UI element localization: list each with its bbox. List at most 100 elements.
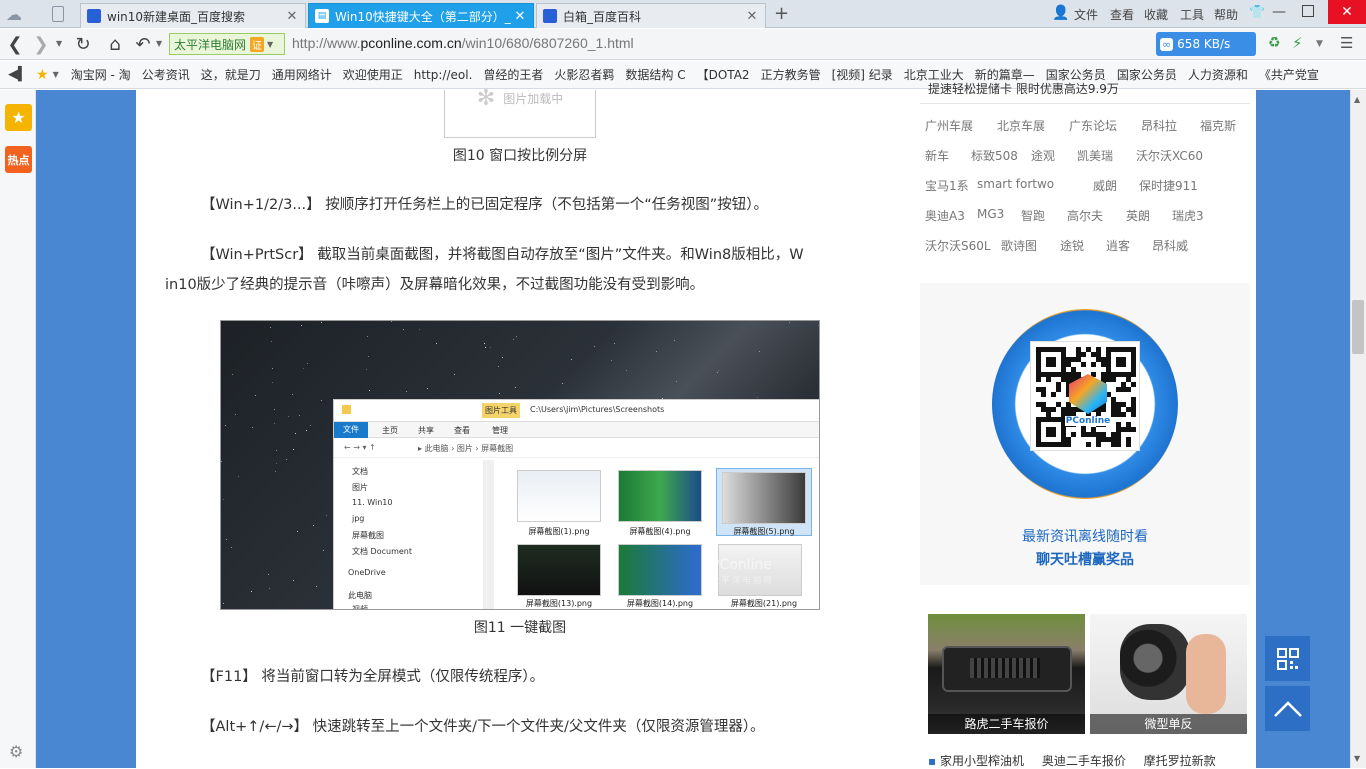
tag-link[interactable]: 瑞虎3 [1172, 207, 1204, 224]
bookmark-item[interactable]: 这，就是刀 [201, 66, 261, 83]
bookmark-item[interactable]: 淘宝网 - 淘 [71, 66, 131, 83]
tag-link[interactable]: 标致508 [971, 147, 1018, 164]
new-tab-button[interactable]: + [774, 3, 789, 24]
vertical-scrollbar[interactable]: ▲ ▼ [1350, 90, 1366, 768]
refresh-button[interactable]: ↻ [72, 33, 94, 55]
close-icon[interactable]: ✕ [745, 9, 759, 24]
tab-win10-shortcuts[interactable]: ▤ Win10快捷键大全（第二部分）_ ✕ [308, 3, 534, 28]
close-window-button[interactable]: ✕ [1328, 0, 1366, 24]
related-link[interactable]: 摩托罗拉新款 [1144, 754, 1216, 768]
menu-favorites[interactable]: 收藏 [1144, 6, 1168, 23]
menu-view[interactable]: 查看 [1110, 6, 1134, 23]
site-badge[interactable]: 太平洋电脑网 证 ▼ [169, 33, 285, 55]
related-links: ▪ 家用小型榨油机 奥迪二手车报价 摩托罗拉新款 [928, 754, 1216, 768]
minimize-button[interactable]: — [1272, 4, 1286, 20]
tag-link[interactable]: 宝马1系 [925, 177, 969, 194]
qr-promo-panel: PConline 最新资讯离线随时看 聊天吐槽赢奖品 [920, 283, 1250, 585]
tag-link[interactable]: 福克斯 [1200, 117, 1236, 134]
forward-button[interactable]: ❯ [30, 33, 52, 55]
tag-link[interactable]: 北京车展 [997, 117, 1045, 134]
scroll-down-icon[interactable]: ▼ [1354, 754, 1360, 763]
phone-icon[interactable] [52, 6, 64, 22]
sidebar-toggle-icon[interactable]: ◀▍ [8, 67, 28, 82]
tag-link[interactable]: 途锐 [1060, 237, 1084, 254]
security-icon[interactable]: ♻ [1268, 35, 1281, 51]
favorites-star-icon[interactable]: ★ [5, 104, 32, 131]
bookmark-item[interactable]: 火影忍者羁 [554, 66, 614, 83]
undo-close-button[interactable]: ↶ [132, 33, 154, 55]
tag-link[interactable]: 凯美瑞 [1077, 147, 1113, 164]
undo-dropdown-icon[interactable]: ▼ [156, 39, 162, 48]
menu-icon[interactable]: ☰ [1340, 34, 1353, 52]
tag-link[interactable]: 昂科威 [1152, 237, 1188, 254]
tag-link[interactable]: 英朗 [1126, 207, 1150, 224]
bookmark-item[interactable]: 数据结构 C [625, 66, 685, 83]
speedup-icon[interactable]: ⚡ [1292, 34, 1303, 52]
tag-link[interactable]: 智跑 [1021, 207, 1045, 224]
tag-link[interactable]: smart fortwo [977, 177, 1054, 191]
user-icon[interactable]: 👤 [1052, 5, 1069, 21]
hot-news-button[interactable]: 热点 [5, 146, 32, 173]
article-paragraph: 【Win+PrtScr】 截取当前桌面截图，并将截图自动存放至“图片”文件夹。和… [201, 247, 804, 263]
bookmark-item[interactable]: 【DOTA2 [697, 66, 750, 83]
bookmark-item[interactable]: 曾经的王者 [483, 66, 543, 83]
tag-link[interactable]: 昂科拉 [1141, 117, 1177, 134]
bookmark-item[interactable]: 公考资讯 [142, 66, 190, 83]
tag-link[interactable]: 威朗 [1093, 177, 1117, 194]
qr-code[interactable]: PConline [1030, 341, 1140, 451]
tag-link[interactable]: 奥迪A3 [925, 207, 965, 224]
tag-link[interactable]: 沃尔沃S60L [925, 237, 991, 254]
tag-link[interactable]: 逍客 [1106, 237, 1130, 254]
menu-help[interactable]: 帮助 [1214, 6, 1238, 23]
bookmark-item[interactable]: 欢迎使用正 [343, 66, 403, 83]
skin-icon[interactable]: 👕 [1249, 5, 1265, 20]
figure-caption: 图10 窗口按比例分屏 [452, 148, 588, 164]
tab-baidu-search[interactable]: 🐾 win10新建桌面_百度搜索 ✕ [80, 3, 306, 28]
bookmark-item[interactable]: http://eol. [414, 68, 473, 82]
qr-caption-2: 聊天吐槽赢奖品 [1036, 552, 1134, 568]
favorites-star-icon[interactable]: ★ [36, 67, 49, 83]
related-link[interactable]: 奥迪二手车报价 [1042, 754, 1126, 768]
bookmark-item[interactable]: [视频] 纪录 [832, 66, 893, 83]
tag-link[interactable]: 沃尔沃XC60 [1136, 147, 1203, 164]
cert-badge: 证 [250, 36, 265, 52]
speed-indicator[interactable]: ∞ 658 KB/s [1156, 32, 1256, 56]
tag-link[interactable]: 高尔夫 [1067, 207, 1103, 224]
bookmark-item[interactable]: 人力资源和 [1188, 66, 1248, 83]
tag-link[interactable]: 歌诗图 [1001, 237, 1037, 254]
product-card-landrover[interactable]: 路虎二手车报价 [928, 614, 1085, 734]
tag-link[interactable]: 广东论坛 [1069, 117, 1117, 134]
settings-gear-icon[interactable]: ⚙ [9, 742, 23, 761]
bookmark-item[interactable]: 国家公务员 [1117, 66, 1177, 83]
bookmark-item[interactable]: 《共产党宣 [1259, 66, 1319, 83]
tab-baike[interactable]: 🐾 白箱_百度百科 ✕ [536, 3, 766, 28]
address-bar[interactable]: http://www.pconline.com.cn/win10/680/680… [292, 35, 634, 51]
cloud-icon[interactable]: ☁ [6, 5, 30, 24]
history-dropdown-icon[interactable]: ▼ [56, 39, 62, 48]
home-button[interactable]: ⌂ [104, 33, 126, 55]
scroll-up-icon[interactable]: ▲ [1354, 95, 1360, 104]
maximize-button[interactable] [1302, 5, 1314, 17]
back-button[interactable]: ❮ [4, 33, 26, 55]
chevron-down-icon[interactable]: ▼ [53, 70, 59, 79]
back-to-top-button[interactable] [1265, 686, 1310, 731]
product-card-camera[interactable]: 微型单反 [1090, 614, 1247, 734]
bookmark-item[interactable]: 通用网络计 [272, 66, 332, 83]
close-icon[interactable]: ✕ [513, 9, 527, 24]
tag-link[interactable]: 新车 [925, 147, 949, 164]
tag-link[interactable]: 途观 [1031, 147, 1055, 164]
bookmark-item[interactable]: 正方教务管 [761, 66, 821, 83]
tab-strip: ☁ 🐾 win10新建桌面_百度搜索 ✕ ▤ Win10快捷键大全（第二部分）_… [0, 0, 1366, 28]
qr-code-button[interactable] [1265, 636, 1310, 681]
promo-link[interactable]: 提速轻松提储卡 限时优惠高达9.9万 [928, 80, 1119, 98]
tag-link[interactable]: MG3 [977, 207, 1004, 221]
menu-tools[interactable]: 工具 [1180, 6, 1204, 23]
close-icon[interactable]: ✕ [285, 9, 299, 24]
menu-file[interactable]: 文件 [1074, 6, 1098, 23]
scrollbar-thumb[interactable] [1352, 300, 1364, 354]
tag-link[interactable]: 广州车展 [925, 117, 973, 134]
tag-link[interactable]: 保时捷911 [1139, 177, 1198, 194]
related-link[interactable]: 家用小型榨油机 [940, 754, 1024, 768]
baidu-paw-icon: 🐾 [87, 9, 101, 23]
address-dropdown-icon[interactable]: ▼ [1316, 39, 1323, 49]
